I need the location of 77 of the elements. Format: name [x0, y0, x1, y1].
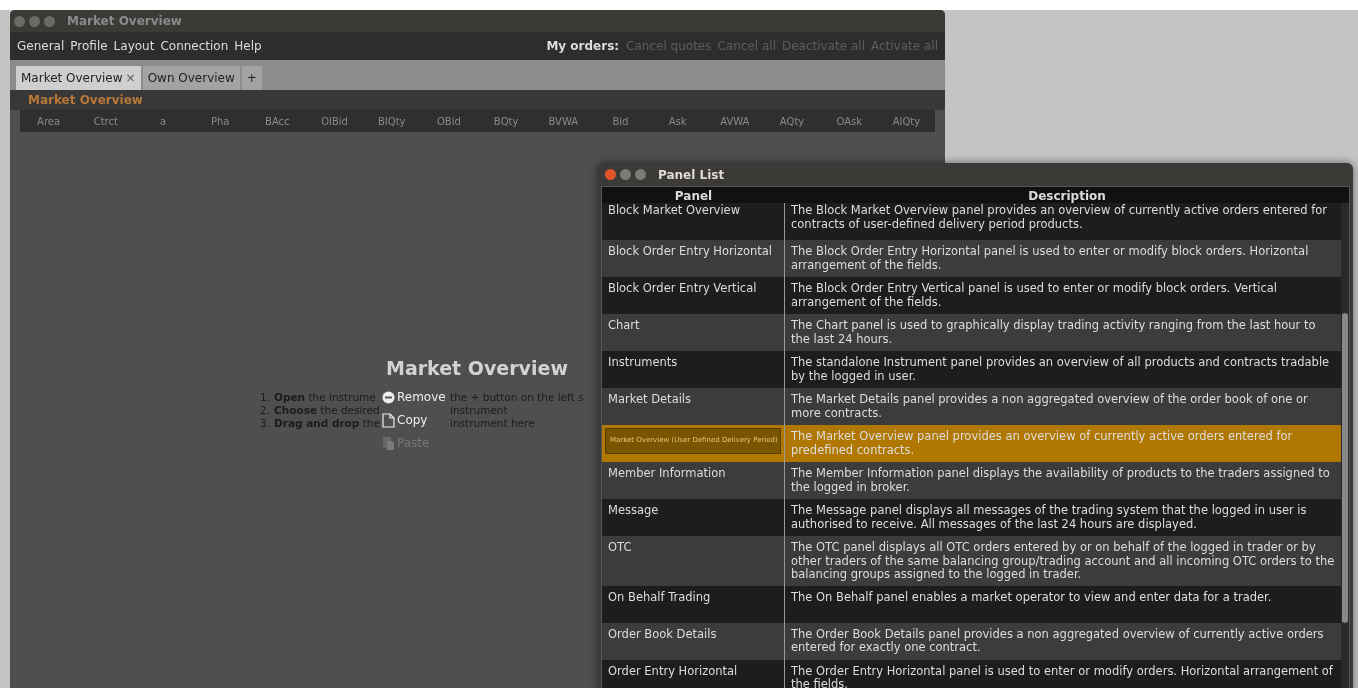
close-button[interactable] — [605, 169, 616, 180]
table-cell: The Member Information panel displays the availability of products to the traders assigned to the logged in broker. — [791, 466, 1330, 494]
table-row[interactable]: Order Book Details The Order Book Details panel provides a non aggregated overview of currently active orders entered for exactly one contract. — [602, 622, 1341, 660]
column-header[interactable]: OAsk — [820, 113, 878, 129]
clipboard-icon — [382, 435, 395, 451]
add-tab-button[interactable]: + — [241, 66, 262, 90]
table-cell: The Message panel displays all messages of the trading system that the logged in user is authorised to receive. All messages of the last 24 hours are displayed. — [791, 503, 1307, 531]
remove-icon — [382, 390, 395, 404]
table-row[interactable] — [602, 536, 1341, 586]
table-row[interactable]: Market Details The Market Details panel provides a non aggregated overview of the order book of one or more contracts. — [602, 388, 1341, 425]
table-cell: Order Book Details — [608, 626, 717, 641]
table-cell: The Chart panel is used to graphically display trading activity ranging from the last hour to the last 24 hours. — [791, 318, 1316, 346]
column-header[interactable]: Description — [785, 187, 1349, 203]
table-cell: The Order Entry Horizontal panel is used to enter or modify orders. Horizontal arrangement of the fields. — [791, 663, 1333, 688]
column-header[interactable]: BIQty — [363, 113, 421, 129]
table-cell: Market Details — [608, 392, 692, 406]
column-header[interactable]: Pha — [191, 113, 249, 129]
menu-item[interactable]: General — [14, 37, 68, 55]
close-tab-icon[interactable]: × — [125, 69, 136, 87]
table-cell: On Behalf Trading — [608, 589, 711, 604]
table-cell: Message — [608, 503, 659, 517]
minimize-button[interactable] — [620, 169, 631, 180]
column-header[interactable]: OIBid — [305, 113, 364, 129]
maximize-button[interactable] — [635, 169, 646, 180]
table-row[interactable]: Order Entry Horizontal The Order Entry Horizontal panel is used to enter or modify orders. Horizontal arrangement of the fields. — [602, 659, 1341, 688]
menu-item[interactable]: Remove — [382, 389, 446, 405]
table-cell: Block Order Entry Horizontal — [608, 244, 773, 258]
column-header[interactable]: Bid — [591, 113, 650, 129]
column-header[interactable]: a — [134, 113, 192, 129]
table-row[interactable]: Block Order Entry Horizontal The Block Order Entry Horizontal panel is used to enter or modify block orders. Horizontal arrangement of the fields. — [602, 240, 1341, 277]
my-orders-label: My orders: — [546, 38, 620, 55]
column-header[interactable]: Area — [20, 113, 78, 129]
table-cell: OTC — [608, 540, 632, 554]
table-cell: Order Entry Horizontal — [608, 663, 738, 678]
column-header[interactable]: AVWA — [706, 113, 764, 129]
empty-state-heading: Market Overview — [386, 356, 568, 381]
document-icon — [382, 412, 395, 428]
scrollbar-thumb[interactable] — [1342, 313, 1348, 623]
menu-item[interactable]: Copy — [382, 412, 446, 428]
close-button[interactable] — [14, 15, 25, 27]
tab[interactable]: Market Overview × — [16, 66, 141, 90]
menu-item[interactable]: Connection — [157, 37, 232, 55]
table-cell: Chart — [608, 318, 640, 332]
table-row[interactable]: On Behalf Trading The On Behalf panel enables a market operator to view and enter data for a trader. — [602, 585, 1341, 623]
menu-item[interactable]: Help — [231, 37, 265, 55]
column-header[interactable]: BVWA — [534, 113, 592, 129]
column-header[interactable]: Ask — [649, 113, 707, 129]
table-cell: The OTC panel displays all OTC orders entered by or on behalf of the logged in trader or by other traders of the same balancing group/trading account and all incoming OTC orders to the balancing groups assigned to the logged in trader. — [791, 540, 1335, 581]
panel-title: Market Overview — [28, 92, 143, 109]
window-title: Panel List — [658, 166, 725, 184]
column-header[interactable]: AIQty — [877, 113, 935, 129]
menu-item[interactable]: Profile — [67, 37, 111, 55]
table-cell: The Block Order Entry Horizontal panel is used to enter or modify block orders. Horizontal arrangement of the fields. — [791, 244, 1309, 272]
tab[interactable]: Own Overview — [142, 66, 240, 90]
table-row[interactable]: Member Information The Member Information panel displays the availability of products to the traders assigned to the logged in broker. — [602, 462, 1341, 499]
table-cell: The Block Market Overview panel provides an overview of currently active orders entered for contracts of user-defined delivery period products. — [791, 203, 1328, 231]
column-header[interactable]: Panel — [602, 187, 785, 203]
table-cell: The Market Details panel provides a non aggregated overview of the order book of one or more contracts. — [791, 392, 1308, 420]
column-header[interactable]: OBid — [420, 113, 478, 129]
table-cell: Member Information — [608, 466, 726, 480]
table-cell: Block Market Overview — [608, 203, 741, 217]
table-cell: Block Order Entry Vertical — [608, 281, 757, 295]
window-title: Market Overview — [67, 13, 182, 30]
menu-item[interactable]: Layout — [110, 37, 158, 55]
table-cell: The Market Overview panel provides an overview of currently active orders entered for predefined contracts. — [791, 429, 1293, 457]
column-header[interactable]: BAcc — [248, 113, 306, 129]
column-header[interactable]: AQty — [763, 113, 821, 129]
table-cell: The Order Book Details panel provides a non aggregated overview of currently active orders entered for exactly one contract. — [791, 626, 1324, 654]
table-cell: The standalone Instrument panel provides an overview of all products and contracts tradable by the logged in user. — [791, 355, 1330, 383]
table-row[interactable]: Chart The Chart panel is used to graphically display trading activity ranging from the last hour to the last 24 hours. — [602, 314, 1341, 351]
column-header[interactable]: BQty — [477, 113, 535, 129]
minimize-button[interactable] — [29, 15, 40, 27]
table-cell: The On Behalf panel enables a market operator to view and enter data for a trader. — [791, 589, 1272, 604]
table-cell: Instruments — [608, 355, 678, 369]
column-header[interactable]: Ctrct — [77, 113, 135, 129]
maximize-button[interactable] — [44, 15, 55, 27]
table-cell: The Block Order Entry Vertical panel is used to enter or modify block orders. Vertical arrangement of the fields. — [791, 281, 1277, 309]
